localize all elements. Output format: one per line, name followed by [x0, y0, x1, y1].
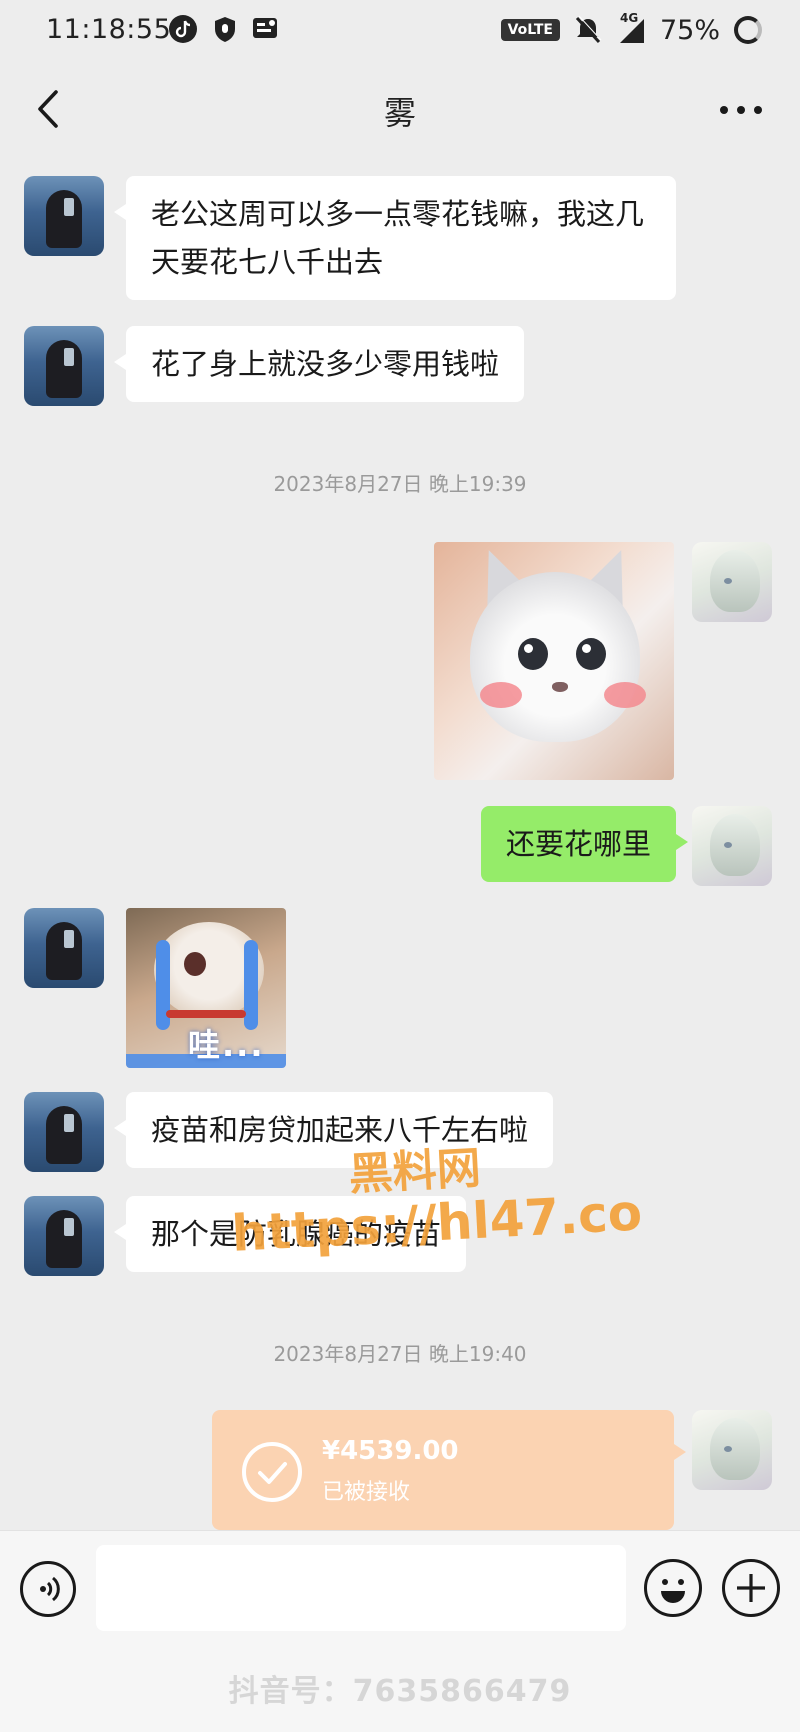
message-timestamp: 2023年8月27日 晚上19:40	[273, 1342, 527, 1366]
checkmark-circle-icon	[242, 1442, 302, 1502]
status-right: VoLTE 4G 75%	[500, 11, 762, 46]
battery-percent: 75%	[659, 14, 720, 46]
notification-icon	[253, 18, 277, 38]
contact-avatar[interactable]	[24, 1092, 104, 1172]
crying-hamster-sticker[interactable]: 哇...	[126, 908, 286, 1068]
message-input[interactable]	[96, 1545, 626, 1631]
sticker-caption: 哇...	[188, 1026, 265, 1064]
contact-avatar[interactable]	[24, 908, 104, 988]
my-avatar[interactable]	[692, 1410, 772, 1490]
plus-icon[interactable]	[722, 1559, 780, 1617]
status-time: 11:18:55	[46, 14, 172, 45]
message-bubble-received[interactable]: 花了身上就没多少零用钱啦	[113, 326, 525, 402]
input-bar	[0, 1530, 800, 1642]
contact-avatar[interactable]	[24, 326, 104, 406]
chat-title: 雾	[383, 94, 416, 132]
message-bubble-received[interactable]: 老公这周可以多一点零花钱嘛，我这几天要花七八千出去	[114, 176, 676, 300]
douyin-watermark: 抖音号：7635866479	[228, 1674, 572, 1709]
chat-messages[interactable]: 老公这周可以多一点零花钱嘛，我这几天要花七八千出去 花了身上就没多少零用钱啦 2…	[0, 160, 800, 1530]
mute-icon	[575, 15, 602, 44]
emoji-icon[interactable]	[644, 1559, 702, 1617]
contact-avatar[interactable]	[24, 1196, 104, 1276]
more-dots-icon[interactable]	[716, 86, 766, 132]
message-timestamp: 2023年8月27日 晚上19:39	[273, 472, 527, 496]
site-watermark: 黑料网 https://hl47.co	[230, 1134, 643, 1263]
network-label: 4G	[619, 11, 639, 25]
volte-badge: VoLTE	[500, 19, 560, 41]
cat-blushing-sticker[interactable]	[434, 542, 674, 780]
shield-icon	[215, 17, 235, 42]
signal-icon: 4G	[616, 11, 646, 45]
message-bubble-sent[interactable]: 还要花哪里	[480, 806, 689, 882]
chat-header: 雾	[0, 64, 800, 154]
battery-icon	[734, 16, 762, 44]
my-avatar[interactable]	[692, 542, 772, 622]
status-bar: 11:18:55 VoLTE 4G 75%	[0, 0, 800, 60]
transfer-status: 已被接收	[322, 1480, 411, 1505]
voice-icon[interactable]	[20, 1561, 76, 1617]
transfer-card[interactable]: ¥4539.00 已被接收	[212, 1410, 686, 1530]
transfer-amount: ¥4539.00	[322, 1436, 459, 1466]
tiktok-icon	[169, 15, 197, 43]
my-avatar[interactable]	[692, 806, 772, 886]
footer-area: 抖音号：7635866479	[0, 1642, 800, 1732]
contact-avatar[interactable]	[24, 176, 104, 256]
